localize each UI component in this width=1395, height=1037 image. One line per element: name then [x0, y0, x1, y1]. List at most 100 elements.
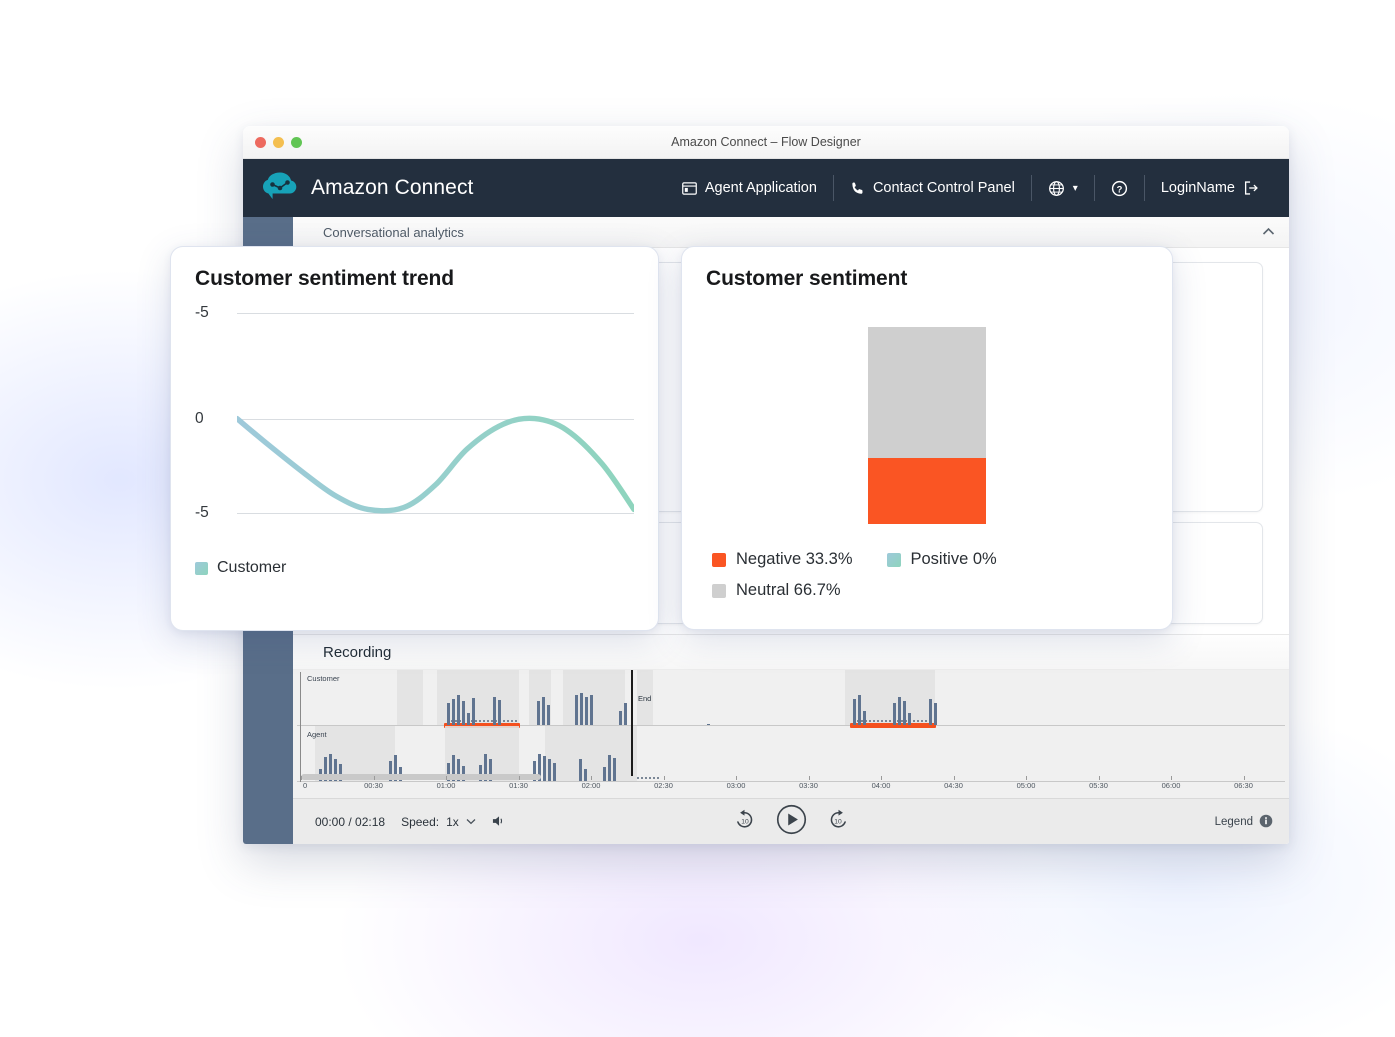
forward-10-icon[interactable]: 10 [827, 808, 850, 836]
axis-tick-label: 04:30 [944, 781, 963, 790]
waveform-bar [575, 695, 578, 725]
customer-sentiment-trend-chart: -5 0 -5 [195, 304, 634, 533]
timeline-axis: 0 00:30 01:00 01:30 02:00 02:30 03:00 03:30 04:0… [293, 776, 1289, 798]
customer-sentiment-chart [682, 319, 1172, 524]
axis-tick-label: 01:30 [509, 781, 528, 790]
axis-tick-label: 03:00 [726, 781, 746, 790]
waveform-bar [547, 705, 550, 725]
info-icon[interactable] [1259, 814, 1273, 831]
customer-sentiment-legend: Negative 33.3% Positive 0% Neutral 66.7% [682, 524, 1172, 600]
waveform-bar [863, 711, 866, 725]
timeline-end-marker: End [638, 694, 652, 703]
timeline-track-customer: Customer [297, 670, 1285, 728]
nav-language-selector[interactable]: ▾ [1032, 180, 1094, 197]
trend-legend-label: Customer [217, 559, 287, 576]
globe-icon [1048, 180, 1065, 197]
conversational-analytics-header[interactable]: Conversational analytics [293, 217, 1289, 248]
customer-series-swatch-icon [195, 561, 208, 575]
timeline-track-label: Customer [307, 674, 340, 683]
axis-tick [518, 776, 520, 780]
y-axis-tick-label: -5 [195, 504, 209, 522]
axis-tick [663, 776, 665, 780]
timeline-track-label: Agent [307, 730, 327, 739]
nav-help[interactable]: ? [1095, 180, 1144, 197]
waveform-bar [590, 695, 593, 725]
waveform-bar [462, 701, 465, 725]
waveform-bar [585, 697, 588, 725]
axis-tick-label: 03:30 [799, 781, 818, 790]
legend-item-neutral[interactable]: Neutral 66.7% [712, 581, 841, 600]
chevron-down-icon[interactable] [466, 817, 476, 827]
brand-name: Amazon Connect [311, 176, 474, 199]
stacked-bar-segment-neutral[interactable] [868, 327, 986, 459]
legend-item-positive[interactable]: Positive 0% [886, 550, 997, 569]
waveform-bar [853, 699, 856, 725]
axis-tick [446, 776, 447, 780]
nav-agent-application[interactable]: Agent Application [666, 180, 833, 196]
nav-agent-application-label: Agent Application [704, 180, 817, 196]
axis-tick-label: 00:30 [364, 781, 383, 790]
legend-toggle[interactable]: Legend [1215, 814, 1273, 831]
stacked-bar-segment-negative[interactable] [868, 458, 986, 524]
nav-contact-control-panel[interactable]: Contact Control Panel [834, 180, 1031, 196]
axis-tick [373, 776, 375, 780]
axis-tick-label: 0 [303, 781, 308, 790]
waveform-bar [929, 699, 932, 725]
playback-speed-value: 1x [446, 815, 459, 829]
volume-icon[interactable] [492, 814, 507, 831]
axis-tick [301, 776, 302, 780]
nav-user-login-label: LoginName [1160, 180, 1235, 196]
legend-label: Legend [1214, 816, 1253, 828]
amazon-connect-logo-icon [259, 168, 301, 208]
y-axis-tick-label: 0 [195, 409, 204, 427]
customer-sentiment-card: Customer sentiment Negative 33.3% Positi… [681, 246, 1173, 630]
nav-user-login[interactable]: LoginName [1145, 180, 1275, 196]
legend-item-negative[interactable]: Negative 33.3% [712, 550, 853, 569]
axis-tick [1243, 776, 1245, 780]
waveform-bar [903, 701, 906, 725]
playback-speed-selector[interactable]: Speed: 1x [401, 815, 476, 829]
rewind-10-icon[interactable]: 10 [733, 808, 756, 836]
axis-tick-label: 02:00 [581, 781, 601, 790]
chevron-up-icon[interactable] [1262, 226, 1275, 238]
stacked-bar[interactable] [868, 327, 986, 524]
recording-section: Recording Customer Agent End 0 00:30 01:… [293, 634, 1289, 844]
waveform-bar [580, 693, 583, 725]
phone-icon [850, 181, 865, 196]
recording-timeline[interactable]: Customer Agent End 0 00:30 01:00 01:30 0… [293, 670, 1289, 799]
axis-tick-label: 06:30 [1234, 781, 1253, 790]
waveform-bar [542, 697, 545, 725]
player-time: 00:00 / 02:18 [315, 815, 386, 829]
y-axis-tick-label: -5 [195, 304, 209, 321]
axis-tick [1171, 776, 1172, 780]
legend-label-neutral: Neutral 66.7% [736, 581, 841, 599]
conversational-analytics-title: Conversational analytics [323, 224, 464, 240]
waveform-bar [908, 713, 911, 725]
waveform-bar [624, 703, 627, 725]
waveform-bar [934, 703, 937, 725]
svg-text:10: 10 [741, 818, 749, 825]
svg-text:10: 10 [834, 818, 842, 825]
recording-title: Recording [293, 634, 1289, 670]
sign-out-icon[interactable] [1243, 180, 1259, 196]
negative-swatch-icon [712, 552, 726, 567]
customer-sentiment-trend-title: Customer sentiment trend [195, 267, 454, 290]
neutral-swatch-icon [712, 583, 726, 598]
axis-tick [1026, 776, 1027, 780]
positive-swatch-icon [886, 552, 901, 567]
waveform-bar [493, 697, 496, 725]
help-circle-icon: ? [1111, 180, 1128, 197]
waveform-bar [498, 700, 501, 725]
axis-tick [881, 776, 882, 780]
axis-tick [736, 776, 737, 780]
legend-label-positive: Positive 0% [910, 550, 997, 568]
timeline-y-axis [300, 672, 301, 782]
app-header: Amazon Connect Agent Application Contact… [243, 159, 1289, 217]
waveform-bar [898, 697, 901, 725]
customer-sentiment-title: Customer sentiment [706, 267, 908, 290]
axis-tick-label: 05:30 [1089, 781, 1108, 790]
nav-contact-control-panel-label: Contact Control Panel [872, 180, 1015, 196]
timeline-playhead[interactable] [631, 670, 633, 776]
play-icon[interactable] [776, 804, 807, 840]
trend-line-svg [237, 415, 634, 514]
